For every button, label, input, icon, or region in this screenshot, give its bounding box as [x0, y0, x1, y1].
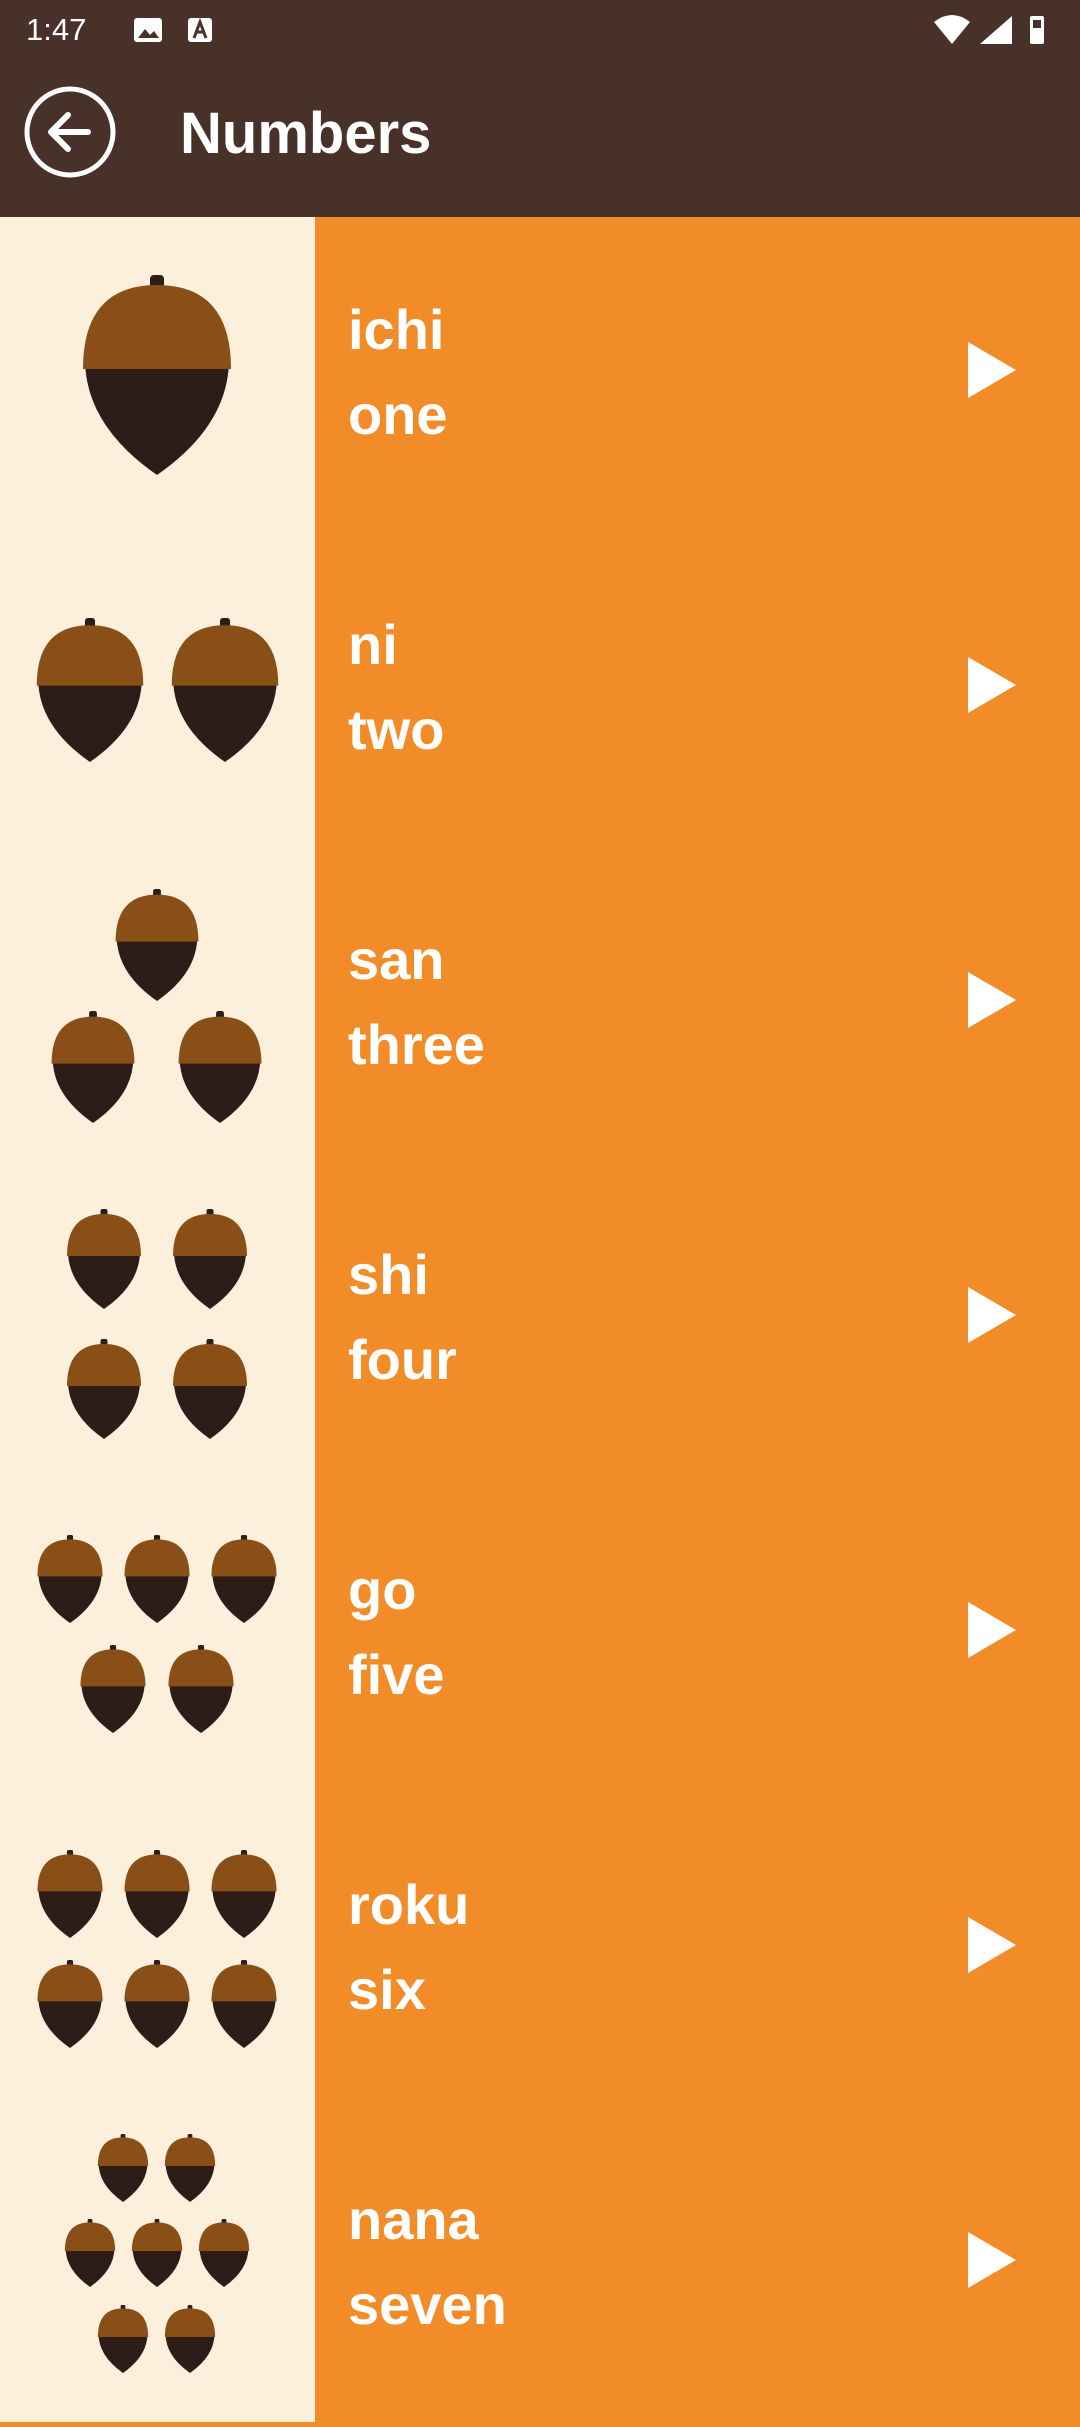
- acorn-icon: [37, 1535, 277, 1733]
- acorn: [80, 1645, 146, 1733]
- list-item[interactable]: roku six: [0, 1792, 1080, 2107]
- english-word: three: [348, 1013, 485, 1076]
- play-icon[interactable]: [968, 342, 1016, 398]
- word-cell: shi four: [315, 1162, 1080, 1477]
- word-cell: roku six: [315, 1792, 1080, 2107]
- notification-icons: [134, 16, 214, 49]
- list-item[interactable]: go five: [0, 1477, 1080, 1792]
- acorn: [211, 1535, 277, 1623]
- english-word: six: [348, 1958, 426, 2021]
- acorn: [37, 1960, 103, 2048]
- page-title: Numbers: [180, 101, 432, 166]
- english-word: two: [348, 698, 445, 761]
- back-button[interactable]: [22, 84, 118, 180]
- english-word: five: [348, 1643, 445, 1706]
- status-time: 1:47: [26, 12, 87, 47]
- acorn-image-one: [0, 217, 315, 532]
- word-cell: san three: [315, 847, 1080, 1162]
- acorn: [36, 618, 144, 762]
- acorn: [97, 2134, 149, 2202]
- word-cell: nana seven: [315, 2107, 1080, 2422]
- acorn: [115, 889, 199, 1001]
- acorn: [124, 1535, 190, 1623]
- play-icon[interactable]: [968, 2232, 1016, 2288]
- numbers-list: ichi one ni two san three shi four go fi…: [0, 217, 1080, 2422]
- japanese-word: shi: [348, 1243, 429, 1306]
- status-bar: 1:47: [0, 0, 1080, 60]
- english-word: four: [348, 1328, 457, 1391]
- english-word: one: [348, 383, 448, 446]
- list-item[interactable]: ichi one: [0, 217, 1080, 532]
- acorn: [64, 2219, 116, 2287]
- list-item[interactable]: shi four: [0, 1162, 1080, 1477]
- wifi-signal-battery-icon: [934, 15, 1044, 44]
- acorn: [178, 1011, 262, 1123]
- acorn: [124, 1960, 190, 2048]
- acorn: [67, 1209, 141, 1309]
- acorn-icon: [37, 1850, 277, 2048]
- play-icon[interactable]: [968, 972, 1016, 1028]
- back-arrow-icon: [24, 86, 116, 178]
- acorn-image-two: [0, 532, 315, 847]
- acorn: [51, 1011, 135, 1123]
- word-cell: go five: [315, 1477, 1080, 1792]
- list-item[interactable]: san three: [0, 847, 1080, 1162]
- acorn: [83, 275, 231, 475]
- acorn-image-five: [0, 1477, 315, 1792]
- acorn-image-seven: [0, 2107, 315, 2422]
- japanese-word: san: [348, 928, 445, 991]
- acorn: [171, 618, 279, 762]
- acorn: [198, 2219, 250, 2287]
- play-icon[interactable]: [968, 1917, 1016, 1973]
- acorn: [37, 1850, 103, 1938]
- acorn: [211, 1850, 277, 1938]
- play-icon[interactable]: [968, 657, 1016, 713]
- japanese-word: roku: [348, 1873, 470, 1936]
- acorn: [164, 2305, 216, 2373]
- list-item[interactable]: nana seven: [0, 2107, 1080, 2422]
- acorn: [131, 2219, 183, 2287]
- acorn-icon: [64, 2134, 250, 2373]
- app-bar: Numbers: [0, 60, 1080, 217]
- english-word: seven: [348, 2273, 507, 2336]
- image-notification-icon: [134, 17, 212, 42]
- japanese-word: nana: [348, 2188, 479, 2251]
- acorn-icon: [36, 618, 279, 762]
- acorn: [173, 1339, 247, 1439]
- acorn: [124, 1850, 190, 1938]
- acorn: [173, 1209, 247, 1309]
- acorn: [37, 1535, 103, 1623]
- play-icon[interactable]: [968, 1602, 1016, 1658]
- word-cell: ni two: [315, 532, 1080, 847]
- acorn-image-three: [0, 847, 315, 1162]
- acorn-icon: [67, 1209, 247, 1439]
- japanese-word: go: [348, 1558, 417, 1621]
- acorn-image-four: [0, 1162, 315, 1477]
- acorn: [164, 2134, 216, 2202]
- acorn: [67, 1339, 141, 1439]
- japanese-word: ni: [348, 613, 398, 676]
- japanese-word: ichi: [348, 298, 445, 361]
- acorn-image-six: [0, 1792, 315, 2107]
- list-item[interactable]: ni two: [0, 532, 1080, 847]
- acorn-icon: [51, 889, 262, 1123]
- word-cell: ichi one: [315, 217, 1080, 532]
- acorn-icon: [83, 275, 231, 475]
- system-icons: [932, 14, 1052, 51]
- acorn: [97, 2305, 149, 2373]
- acorn: [211, 1960, 277, 2048]
- play-icon[interactable]: [968, 1287, 1016, 1343]
- acorn: [168, 1645, 234, 1733]
